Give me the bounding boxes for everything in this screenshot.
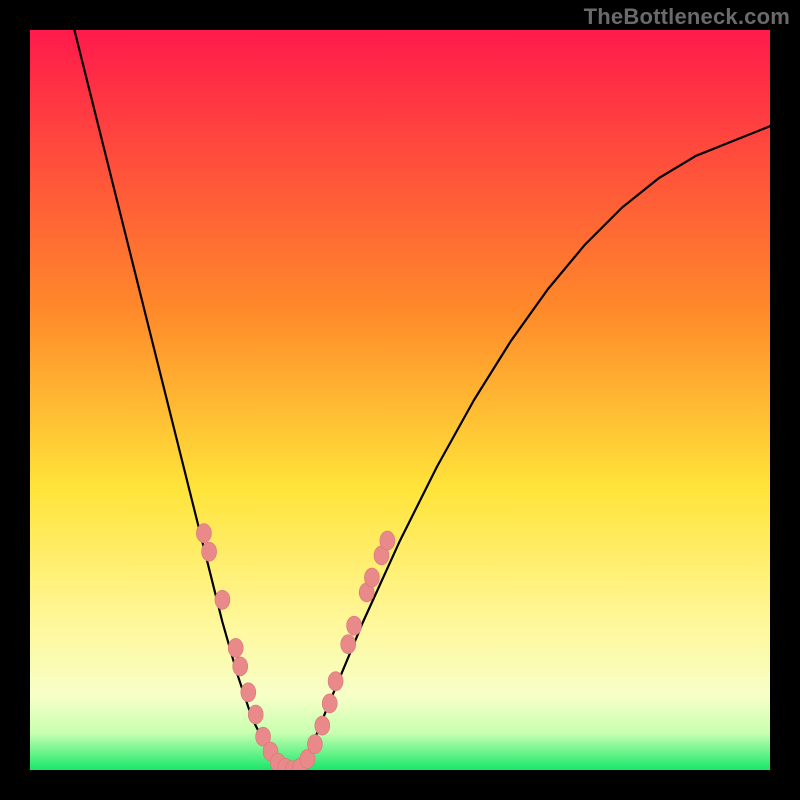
data-dot (307, 735, 322, 754)
chart-svg (30, 30, 770, 770)
data-dot (215, 590, 230, 609)
data-dot (241, 683, 256, 702)
data-dot (380, 531, 395, 550)
gradient-background (30, 30, 770, 770)
watermark-text: TheBottleneck.com (584, 4, 790, 30)
data-dot (347, 616, 362, 635)
data-dot (328, 672, 343, 691)
plot-area (30, 30, 770, 770)
data-dot (322, 694, 337, 713)
data-dot (248, 705, 263, 724)
data-dot (315, 716, 330, 735)
chart-frame: TheBottleneck.com (0, 0, 800, 800)
data-dot (364, 568, 379, 587)
data-dot (228, 638, 243, 657)
data-dot (196, 524, 211, 543)
data-dot (341, 635, 356, 654)
data-dot (233, 657, 248, 676)
data-dot (202, 542, 217, 561)
